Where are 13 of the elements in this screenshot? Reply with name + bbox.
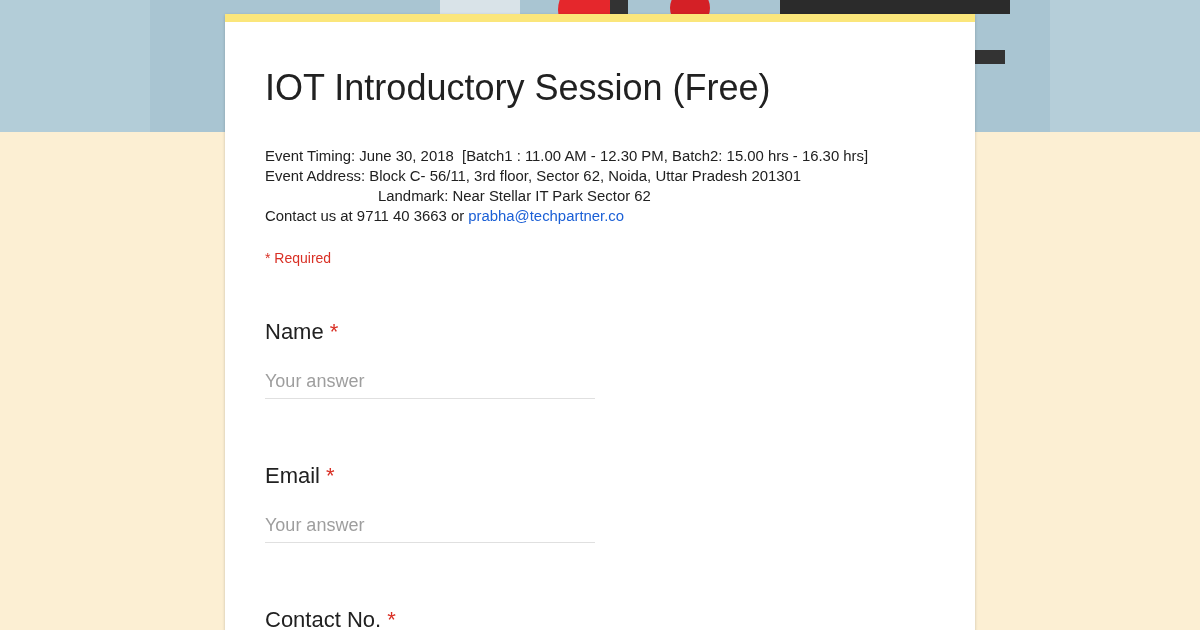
description-text: Event Address: Block C- 56/11, 3rd floor, Sector 62, Noida, Uttar Pradesh 201301: [265, 167, 802, 186]
required-asterisk: *: [326, 462, 335, 490]
required-note: * Required: [265, 250, 332, 266]
form-title: IOT Introductory Session (Free): [265, 66, 771, 110]
email-link[interactable]: prabha@techpartner.co: [468, 206, 625, 226]
question-label: Email: [265, 462, 320, 490]
question-label: Contact No.: [265, 606, 382, 630]
question-label: Name: [265, 318, 324, 346]
description-text: Contact us at 9711 40 3663 or: [265, 207, 465, 226]
description-text: Event Timing: June 30, 2018 [Batch1 : 11.00 AM - 12.30 PM, Batch2: 15.00 hrs - 16.30 hrs]: [265, 147, 869, 166]
required-asterisk: *: [329, 318, 339, 346]
required-asterisk: *: [387, 606, 396, 630]
description-text: Landmark: Near Stellar IT Park Sector 62: [378, 187, 651, 206]
